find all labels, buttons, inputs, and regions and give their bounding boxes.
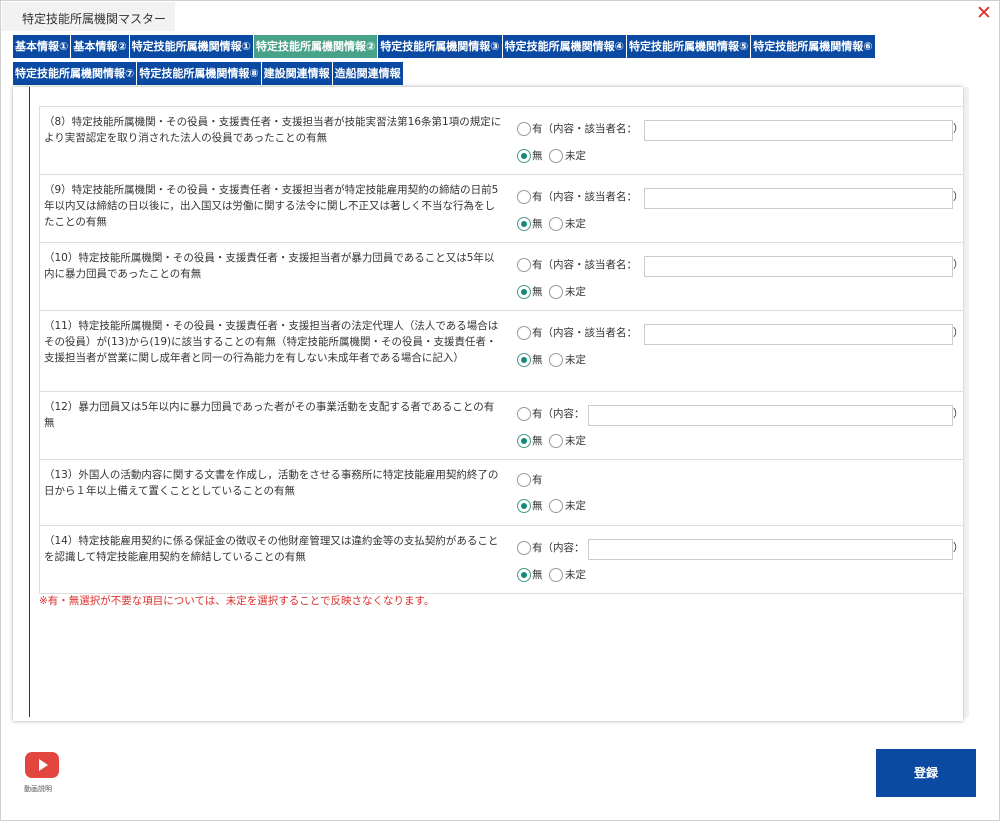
question-text: （8）特定技能所属機関・その役員・支援責任者・支援担当者が技能実習法第16条第1… (44, 116, 502, 144)
radio-no[interactable] (517, 217, 531, 231)
radio-undecided[interactable] (549, 285, 563, 299)
radio-undecided[interactable] (549, 499, 563, 513)
undecided-label: 未定 (565, 150, 586, 162)
radio-no[interactable] (517, 499, 531, 513)
yes-label: 有（内容・該当者名： (532, 259, 637, 271)
tab-shipbuilding-info[interactable]: 造船関連情報 (332, 62, 403, 85)
tab-org-info-2[interactable]: 特定技能所属機関情報② (253, 35, 378, 58)
no-label: 無 (532, 286, 543, 298)
paren-close: ） (953, 191, 964, 203)
close-icon[interactable]: ✕ (973, 2, 995, 24)
radio-undecided[interactable] (549, 149, 563, 163)
tab-org-info-4[interactable]: 特定技能所属機関情報④ (502, 35, 626, 58)
tab-row-2: 特定技能所属機関情報⑦ 特定技能所属機関情報⑧ 建設関連情報 造船関連情報 (13, 62, 963, 85)
radio-yes[interactable] (517, 326, 531, 340)
radio-undecided[interactable] (549, 217, 563, 231)
tab-row-1: 基本情報① 基本情報② 特定技能所属機関情報① 特定技能所属機関情報② 特定技能… (13, 35, 963, 58)
radio-no[interactable] (517, 568, 531, 582)
radio-yes[interactable] (517, 541, 531, 555)
details-input[interactable] (644, 188, 953, 209)
radio-no[interactable] (517, 149, 531, 163)
undecided-label: 未定 (565, 286, 586, 298)
no-label: 無 (532, 150, 543, 162)
radio-yes[interactable] (517, 473, 531, 487)
details-input[interactable] (588, 539, 953, 560)
question-list: （8）特定技能所属機関・その役員・支援責任者・支援担当者が技能実習法第16条第1… (39, 106, 964, 594)
dialog-window: 特定技能所属機関マスター ✕ 基本情報① 基本情報② 特定技能所属機関情報① 特… (0, 0, 1000, 821)
details-input[interactable] (588, 405, 953, 426)
radio-yes[interactable] (517, 258, 531, 272)
register-button[interactable]: 登録 (876, 749, 976, 797)
radio-yes[interactable] (517, 122, 531, 136)
tab-bar: 基本情報① 基本情報② 特定技能所属機関情報① 特定技能所属機関情報② 特定技能… (13, 35, 963, 89)
radio-undecided[interactable] (549, 568, 563, 582)
tab-basic-info-2[interactable]: 基本情報② (71, 35, 129, 58)
question-text: （12）暴力団員又は5年以内に暴力団員であった者がその事業活動を支配する者である… (44, 401, 495, 429)
note-text: ※有・無選択が不要な項目については、未定を選択することで反映さなくなります。 (39, 595, 435, 607)
yes-label: 有（内容： (532, 542, 585, 554)
yes-label: 有（内容： (532, 408, 585, 420)
undecided-label: 未定 (565, 354, 586, 366)
paren-close: ） (953, 408, 964, 420)
panel-accent-line (29, 87, 30, 717)
yes-label: 有（内容・該当者名： (532, 327, 637, 339)
question-row-12: （12）暴力団員又は5年以内に暴力団員であった者がその事業活動を支配する者である… (39, 392, 964, 460)
tab-org-info-8[interactable]: 特定技能所属機関情報⑧ (137, 62, 261, 85)
undecided-label: 未定 (565, 435, 586, 447)
question-row-13: （13）外国人の活動内容に関する文書を作成し，活動をさせる事務所に特定技能雇用契… (39, 460, 964, 526)
question-row-14: （14）特定技能雇用契約に係る保証金の徴収その他財産管理又は違約金等の支払契約が… (39, 526, 964, 594)
details-input[interactable] (644, 256, 953, 277)
question-row-9: （9）特定技能所属機関・その役員・支援責任者・支援担当者が特定技能雇用契約の締結… (39, 175, 964, 243)
window-title: 特定技能所属機関マスター (2, 2, 175, 31)
radio-no[interactable] (517, 353, 531, 367)
radio-undecided[interactable] (549, 434, 563, 448)
radio-yes[interactable] (517, 190, 531, 204)
tab-org-info-6[interactable]: 特定技能所属機関情報⑥ (751, 35, 875, 58)
content-panel: （8）特定技能所属機関・その役員・支援責任者・支援担当者が技能実習法第16条第1… (13, 87, 969, 721)
yes-label: 有（内容・該当者名： (532, 191, 637, 203)
tab-org-info-7[interactable]: 特定技能所属機関情報⑦ (13, 62, 137, 85)
details-input[interactable] (644, 120, 953, 141)
question-text: （14）特定技能雇用契約に係る保証金の徴収その他財産管理又は違約金等の支払契約が… (44, 535, 499, 563)
paren-close: ） (953, 123, 964, 135)
yes-label: 有（内容・該当者名： (532, 123, 637, 135)
paren-close: ） (953, 327, 964, 339)
tab-construction-info[interactable]: 建設関連情報 (261, 62, 332, 85)
tab-org-info-1[interactable]: 特定技能所属機関情報① (129, 35, 253, 58)
radio-no[interactable] (517, 434, 531, 448)
tab-org-info-5[interactable]: 特定技能所属機関情報⑤ (626, 35, 751, 58)
paren-close: ） (953, 542, 964, 554)
undecided-label: 未定 (565, 218, 586, 230)
question-text: （11）特定技能所属機関・その役員・支援責任者・支援担当者の法定代理人（法人であ… (44, 320, 499, 364)
undecided-label: 未定 (565, 500, 586, 512)
no-label: 無 (532, 354, 543, 366)
no-label: 無 (532, 500, 543, 512)
radio-yes[interactable] (517, 407, 531, 421)
yes-label: 有 (532, 474, 543, 486)
video-label: 動画説明 (24, 785, 52, 793)
question-row-10: （10）特定技能所属機関・その役員・支援責任者・支援担当者が暴力団員であること又… (39, 243, 964, 311)
scrollbar[interactable] (965, 87, 969, 717)
question-text: （13）外国人の活動内容に関する文書を作成し，活動をさせる事務所に特定技能雇用契… (44, 469, 499, 497)
details-input[interactable] (644, 324, 953, 345)
youtube-play-icon[interactable] (25, 752, 59, 778)
question-text: （10）特定技能所属機関・その役員・支援責任者・支援担当者が暴力団員であること又… (44, 252, 495, 280)
question-text: （9）特定技能所属機関・その役員・支援責任者・支援担当者が特定技能雇用契約の締結… (44, 184, 499, 228)
radio-undecided[interactable] (549, 353, 563, 367)
question-row-8: （8）特定技能所属機関・その役員・支援責任者・支援担当者が技能実習法第16条第1… (39, 107, 964, 175)
no-label: 無 (532, 569, 543, 581)
tab-basic-info-1[interactable]: 基本情報① (13, 35, 71, 58)
tab-org-info-3[interactable]: 特定技能所属機関情報③ (378, 35, 502, 58)
undecided-label: 未定 (565, 569, 586, 581)
no-label: 無 (532, 435, 543, 447)
radio-no[interactable] (517, 285, 531, 299)
question-row-11: （11）特定技能所属機関・その役員・支援責任者・支援担当者の法定代理人（法人であ… (39, 311, 964, 392)
no-label: 無 (532, 218, 543, 230)
paren-close: ） (953, 259, 964, 271)
